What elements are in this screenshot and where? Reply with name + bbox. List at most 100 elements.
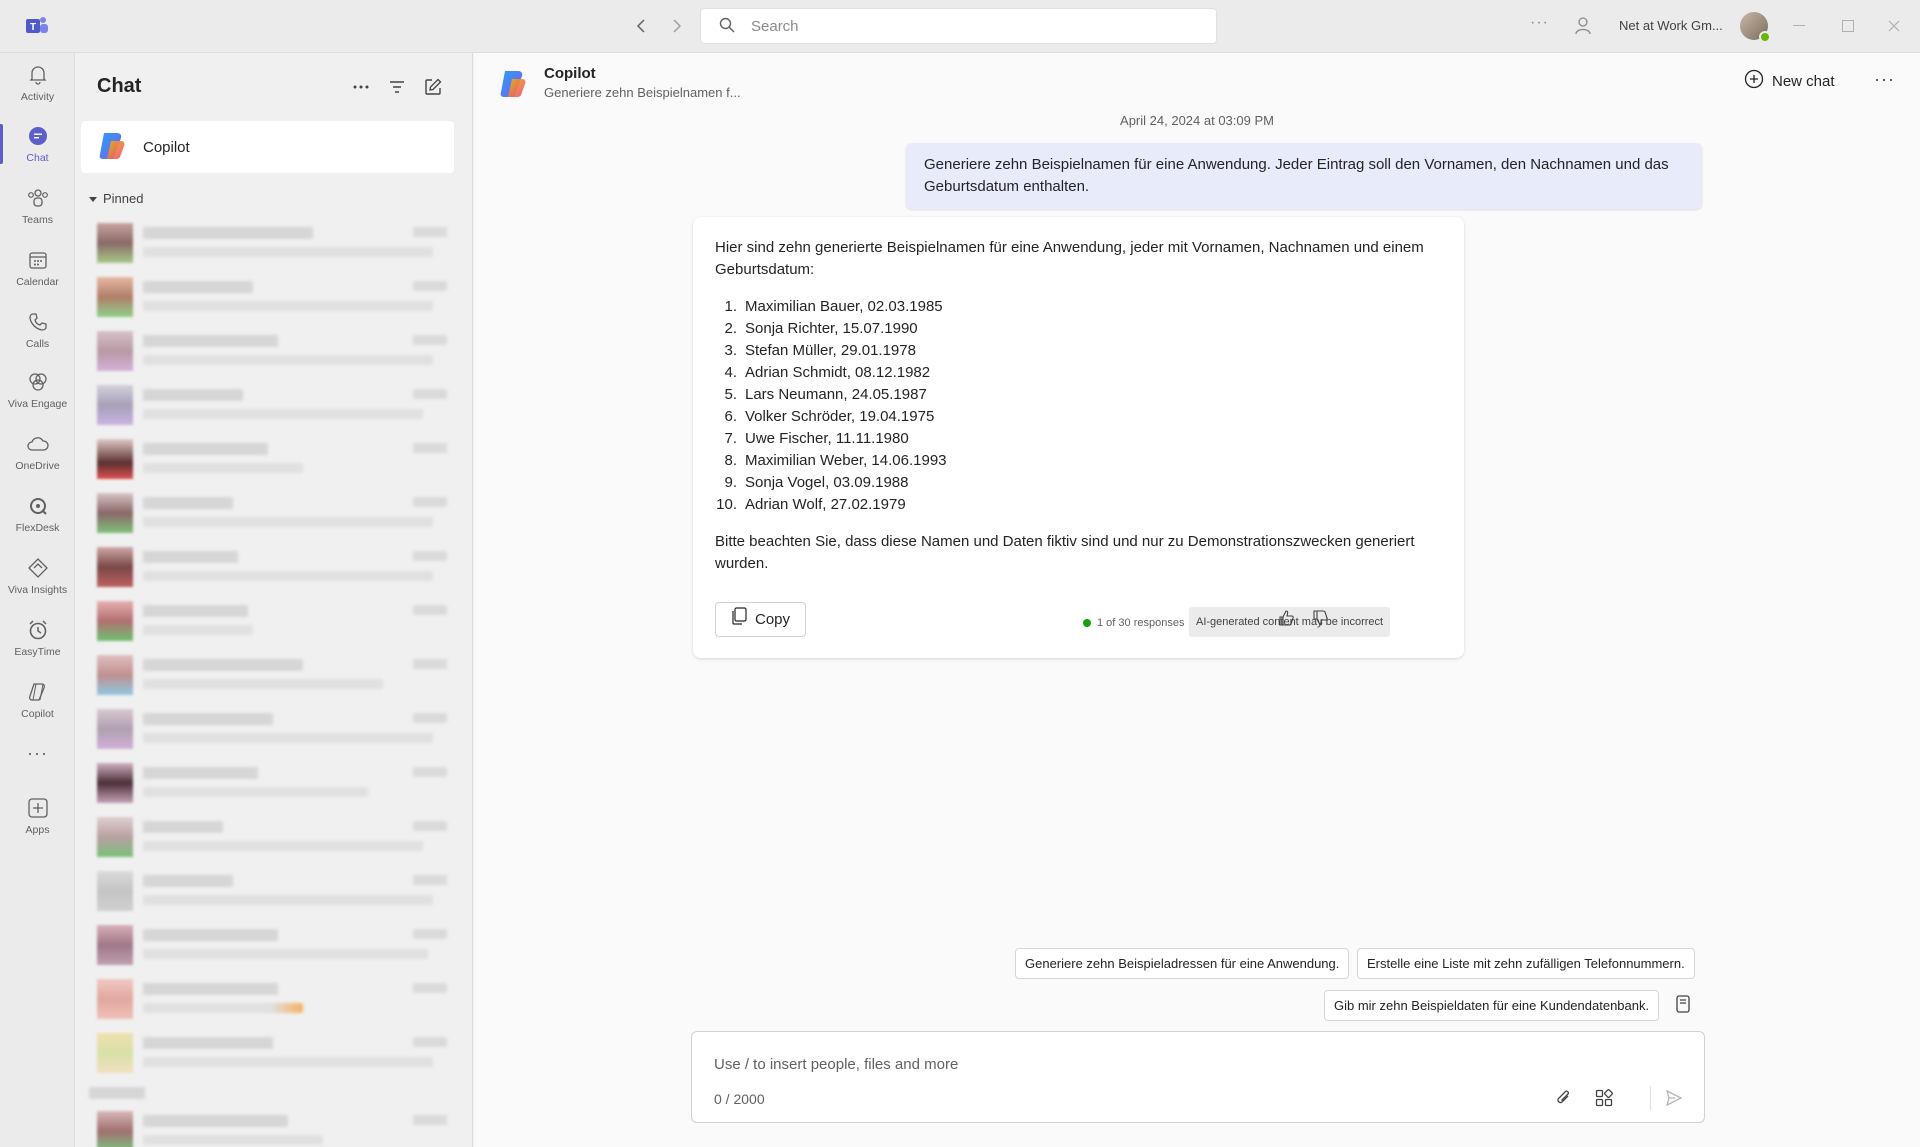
send-icon[interactable] <box>1662 1086 1686 1110</box>
avatar <box>97 277 133 317</box>
list-item[interactable] <box>97 597 447 645</box>
back-icon[interactable] <box>630 14 654 38</box>
minimize-icon[interactable] <box>1787 14 1811 38</box>
list-item[interactable] <box>97 219 447 267</box>
copy-label: Copy <box>754 610 791 628</box>
copilot-logo-icon <box>496 67 530 101</box>
attach-icon[interactable] <box>1552 1086 1576 1110</box>
close-window-icon[interactable] <box>1882 14 1906 38</box>
copy-button[interactable]: Copy <box>715 602 806 637</box>
list-item[interactable] <box>97 651 447 699</box>
teams-logo-icon[interactable]: T <box>24 14 50 38</box>
list-item[interactable] <box>97 1107 447 1147</box>
user-avatar[interactable] <box>1740 12 1771 43</box>
rail-label: Calendar <box>16 276 59 288</box>
rail-label: Calls <box>25 338 50 350</box>
rail-label: Copilot <box>21 708 54 720</box>
list-item[interactable] <box>97 489 447 537</box>
rail-label: Teams <box>22 214 53 226</box>
more-options-icon[interactable]: ··· <box>1874 69 1895 90</box>
new-chat-button[interactable]: New chat <box>1744 69 1835 93</box>
rail-item-apps[interactable]: Apps <box>0 786 75 846</box>
list-item[interactable] <box>97 543 447 591</box>
teams-icon <box>26 186 50 210</box>
thumbs-down-icon[interactable] <box>1309 607 1331 629</box>
suggestion-chip[interactable]: Generiere zehn Beispieladressen für eine… <box>1015 948 1350 979</box>
rail-item-easytime[interactable]: EasyTime <box>0 608 75 668</box>
presence-available-icon <box>1759 31 1771 43</box>
plus-circle-icon <box>1744 69 1764 93</box>
suggestion-chip[interactable]: Gib mir zehn Beispieldaten für eine Kund… <box>1324 990 1660 1021</box>
rail-label: Apps <box>25 824 50 836</box>
list-item[interactable] <box>97 435 447 483</box>
rail-item-copilot[interactable]: Copilot <box>0 670 75 730</box>
thumbs-up-icon[interactable] <box>1275 607 1297 629</box>
compose-placeholder[interactable]: Use / to insert people, files and more <box>714 1056 958 1073</box>
response-outro: Bitte beachten Sie, dass diese Namen und… <box>715 533 1415 572</box>
list-item[interactable] <box>97 381 447 429</box>
search-input[interactable]: Search <box>700 8 1217 44</box>
title-bar: T Search ··· Net at Work Gm... <box>0 0 1920 53</box>
settings-more-icon[interactable]: ··· <box>1530 14 1549 32</box>
list-item[interactable] <box>97 759 447 807</box>
rail-item-teams[interactable]: Teams <box>0 176 75 236</box>
avatar <box>97 655 133 695</box>
rail-item-viva-engage[interactable]: Viva Engage <box>0 360 75 420</box>
viva-insights-icon <box>26 556 50 580</box>
org-name[interactable]: Net at Work Gm... <box>1619 18 1723 33</box>
user-message: Generiere zehn Beispielnamen für eine An… <box>906 143 1702 209</box>
rail-label: EasyTime <box>14 646 61 658</box>
rail-item-activity[interactable]: Activity <box>0 53 75 113</box>
list-item[interactable] <box>97 921 447 969</box>
apps-grid-icon[interactable] <box>1592 1086 1616 1110</box>
rail-item-viva-insights[interactable]: Viva Insights <box>0 546 75 606</box>
new-chat-label: New chat <box>1772 72 1835 90</box>
rail-item-calls[interactable]: Calls <box>0 300 75 360</box>
search-icon <box>719 17 735 36</box>
section-header <box>89 1083 439 1103</box>
viva-engage-icon <box>26 370 50 394</box>
rail-label: FlexDesk <box>15 522 60 534</box>
list-item[interactable] <box>97 975 447 1023</box>
list-item: 1. Maximilian Bauer, 02.03.1985 <box>724 298 943 315</box>
list-item[interactable] <box>97 1029 447 1077</box>
phone-icon <box>26 310 50 334</box>
clock-icon <box>26 618 50 642</box>
pinned-section-header[interactable]: Pinned <box>89 191 143 206</box>
copilot-icon <box>26 680 50 704</box>
prompt-gallery-icon[interactable] <box>1672 993 1694 1015</box>
caret-down-icon <box>89 191 97 206</box>
list-item[interactable] <box>97 867 447 915</box>
list-item[interactable] <box>97 327 447 375</box>
list-item[interactable] <box>97 813 447 861</box>
list-item[interactable] <box>97 273 447 321</box>
rail-item-onedrive[interactable]: OneDrive <box>0 422 75 482</box>
chat-main: Copilot Generiere zehn Beispielnamen f..… <box>474 53 1920 1147</box>
list-item: 7. Uwe Fischer, 11.11.1980 <box>724 430 909 447</box>
response-list: 1. Maximilian Bauer, 02.03.1985 2. Sonja R… <box>715 296 1442 516</box>
more-options-icon[interactable] <box>349 75 373 99</box>
person-status-icon[interactable] <box>1574 16 1594 36</box>
new-chat-compose-icon[interactable] <box>421 75 445 99</box>
chat-icon <box>26 124 50 148</box>
copy-icon <box>731 607 747 632</box>
avatar <box>97 493 133 533</box>
chat-item-copilot[interactable]: Copilot <box>81 121 454 173</box>
rail-item-calendar[interactable]: Calendar <box>0 238 75 298</box>
list-item: 10. Adrian Wolf, 27.02.1979 <box>716 496 906 513</box>
copilot-response: Hier sind zehn generierte Beispielnamen … <box>693 217 1464 658</box>
rail-item-flexdesk[interactable]: FlexDesk <box>0 484 75 544</box>
list-item: 3. Stefan Müller, 29.01.1978 <box>724 342 916 359</box>
avatar <box>97 547 133 587</box>
message-compose-box[interactable]: Use / to insert people, files and more 0… <box>691 1031 1705 1123</box>
avatar <box>97 601 133 641</box>
forward-icon[interactable] <box>664 14 688 38</box>
filter-icon[interactable] <box>385 75 409 99</box>
more-apps-icon[interactable]: ··· <box>0 732 75 774</box>
avatar <box>97 223 133 263</box>
rail-item-chat[interactable]: Chat <box>0 114 75 174</box>
list-item[interactable] <box>97 705 447 753</box>
suggestion-chip[interactable]: Erstelle eine Liste mit zehn zufälligen … <box>1357 948 1695 979</box>
rail-label: Viva Insights <box>7 584 68 596</box>
maximize-icon[interactable] <box>1836 14 1860 38</box>
